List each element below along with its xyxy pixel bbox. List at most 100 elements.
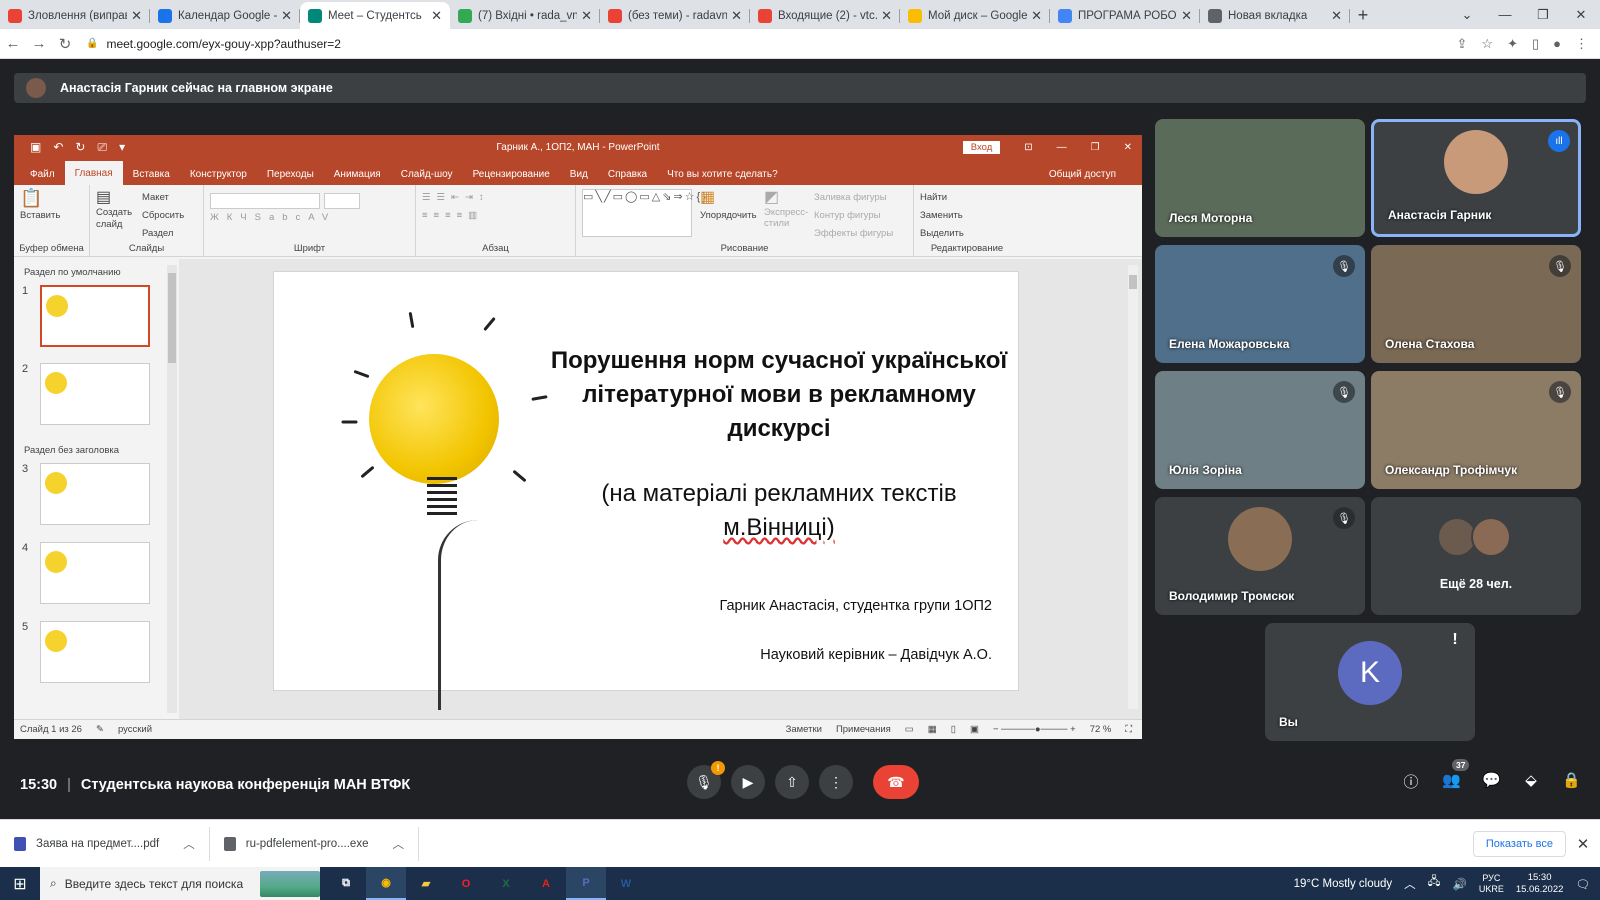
pdfelement-icon[interactable]: P xyxy=(566,867,606,900)
slide-thumbnail-2[interactable] xyxy=(40,363,150,425)
close-download-shelf-icon[interactable]: ✕ xyxy=(1566,835,1600,853)
language-indicator[interactable]: русский xyxy=(118,724,152,735)
back-icon[interactable]: ← xyxy=(0,35,26,52)
share-icon[interactable]: ⇪ xyxy=(1457,36,1468,52)
browser-tab[interactable]: Новая вкладка ✕ xyxy=(1200,2,1350,29)
chevron-up-icon[interactable]: ︿ xyxy=(392,836,404,852)
bookmark-star-icon[interactable]: ☆ xyxy=(1481,36,1493,52)
leave-call-button[interactable]: ☎ xyxy=(873,765,919,799)
task-view-icon[interactable]: ⧉ xyxy=(326,867,366,900)
windows-start-icon[interactable]: ⊞ xyxy=(0,874,40,894)
people-icon[interactable]: 👥 37 xyxy=(1442,759,1470,792)
address-bar[interactable]: 🔒 meet.google.com/eyx-gouy-xpp?authuser=… xyxy=(86,32,1457,56)
close-tab-icon[interactable]: ✕ xyxy=(281,8,292,24)
close-window-icon[interactable]: ✕ xyxy=(1562,0,1600,29)
font-name-select[interactable] xyxy=(210,193,320,209)
close-tab-icon[interactable]: ✕ xyxy=(881,8,892,24)
language-switcher[interactable]: РУС UKRE xyxy=(1479,873,1504,895)
participant-tile[interactable]: 🎙 Олена Стахова xyxy=(1371,245,1581,363)
lock-icon[interactable]: 🔒 xyxy=(86,38,98,49)
participant-tile[interactable]: ıll Анастасія Гарник xyxy=(1371,119,1581,237)
activities-icon[interactable]: ⬙ xyxy=(1522,771,1540,792)
participant-tile[interactable]: 🎙 Володимир Тромсюк xyxy=(1155,497,1365,615)
browser-tab[interactable]: Календар Google - Д✕ xyxy=(150,2,300,29)
browser-tab[interactable]: Зловлення (виправл ✕ xyxy=(0,2,150,29)
font-format-buttons[interactable]: ЖКЧSabcAV xyxy=(210,209,409,227)
browser-tab[interactable]: Мой диск – Google Д✕ xyxy=(900,2,1050,29)
volume-icon[interactable]: 🔊 xyxy=(1453,877,1467,891)
quick-styles-icon[interactable]: ◩ xyxy=(764,189,806,207)
paste-button[interactable]: Вставить xyxy=(20,207,83,225)
ribbon-tab[interactable]: Главная xyxy=(64,161,123,185)
ribbon-tab[interactable]: Вид xyxy=(560,163,598,185)
browser-tab[interactable]: (без теми) - radavnz ✕ xyxy=(600,2,750,29)
zoom-level[interactable]: 72 % xyxy=(1090,724,1112,735)
new-slide-icon[interactable]: ▤ xyxy=(96,189,136,207)
alert-icon[interactable]: ! xyxy=(1445,631,1465,653)
participant-tile[interactable]: 🎙 Елена Можаровська xyxy=(1155,245,1365,363)
shape-outline-button[interactable]: Контур фигуры xyxy=(814,207,893,225)
ribbon-tab[interactable]: Файл xyxy=(20,163,65,185)
more-participants-tile[interactable]: Ещё 28 чел. xyxy=(1371,497,1581,615)
tell-me-search[interactable]: Что вы хотите сделать? xyxy=(657,163,788,185)
chat-icon[interactable]: 💬 xyxy=(1482,771,1501,792)
align-buttons[interactable]: ≡≡≡≡▥ xyxy=(422,207,569,225)
taskbar-search-box[interactable]: ⌕ Введите здесь текст для поиска xyxy=(40,867,320,900)
sorter-view-icon[interactable]: ▦ xyxy=(928,724,937,735)
font-size-select[interactable] xyxy=(324,193,360,209)
system-clock[interactable]: 15:30 15.06.2022 xyxy=(1516,872,1564,896)
ribbon-tab[interactable]: Конструктор xyxy=(180,163,257,185)
sidebar-icon[interactable]: ▯ xyxy=(1532,36,1539,52)
paste-icon[interactable]: 📋 xyxy=(20,189,83,207)
present-screen-button[interactable]: ⇧ xyxy=(775,765,809,799)
zoom-slider[interactable]: − ─────●──── + xyxy=(993,724,1076,735)
chevron-up-icon[interactable]: ︿ xyxy=(183,836,195,852)
slideshow-view-icon[interactable]: ▣ xyxy=(970,724,979,735)
browser-tab[interactable]: ПРОГРАМА РОБОТИ ✕ xyxy=(1050,2,1200,29)
microphone-button[interactable]: 🎙 ! xyxy=(687,761,725,799)
tab-search-icon[interactable]: ⌄ xyxy=(1448,0,1486,29)
camera-button[interactable]: ▶ xyxy=(731,765,765,799)
quick-styles-button[interactable]: Экспресс-стили xyxy=(764,207,808,229)
section-untitled[interactable]: Раздел без заголовка xyxy=(24,445,119,456)
close-tab-icon[interactable]: ✕ xyxy=(431,8,442,24)
close-tab-icon[interactable]: ✕ xyxy=(131,8,142,24)
reload-icon[interactable]: ↻ xyxy=(52,35,78,53)
close-tab-icon[interactable]: ✕ xyxy=(1181,8,1192,24)
arrange-icon[interactable]: ▦ xyxy=(700,189,756,207)
opera-icon[interactable]: O xyxy=(446,867,486,900)
chrome-taskbar-icon[interactable]: ◉ xyxy=(366,867,406,900)
slide-scrollbar[interactable] xyxy=(1128,265,1138,709)
reset-button[interactable]: Сбросить xyxy=(142,207,184,225)
ribbon-tab[interactable]: Анимация xyxy=(324,163,391,185)
ribbon-display-icon[interactable]: ⊡ xyxy=(1024,142,1032,153)
participant-tile[interactable]: 🎙 Юлія Зоріна xyxy=(1155,371,1365,489)
restore-icon[interactable]: ❐ xyxy=(1091,142,1100,153)
self-view-tile[interactable]: K! Вы xyxy=(1265,623,1475,741)
profile-avatar[interactable]: ● xyxy=(1553,36,1561,52)
shape-fill-button[interactable]: Заливка фигуры xyxy=(814,189,893,207)
browser-tab[interactable]: (7) Вхідні • rada_vnz@✕ xyxy=(450,2,600,29)
extensions-icon[interactable]: ✦ xyxy=(1507,36,1518,52)
slide-thumbnail-5[interactable] xyxy=(40,621,150,683)
close-tab-icon[interactable]: ✕ xyxy=(581,8,592,24)
list-buttons[interactable]: ☰☰⇤⇥↕ xyxy=(422,189,569,207)
shapes-gallery[interactable]: ▭╲╱▭◯▭△⇘⇒☆{} xyxy=(582,189,706,237)
download-item[interactable]: ru-pdfelement-pro....exe ︿ xyxy=(210,826,419,861)
layout-button[interactable]: Макет xyxy=(142,189,184,207)
excel-icon[interactable]: X xyxy=(486,867,526,900)
section-default[interactable]: Раздел по умолчанию xyxy=(24,267,121,278)
weather-widget[interactable]: 19°C Mostly cloudy xyxy=(1294,878,1393,890)
ribbon-tab[interactable]: Рецензирование xyxy=(463,163,560,185)
notifications-icon[interactable]: 🗨 xyxy=(1575,877,1590,891)
ribbon-tab[interactable]: Переходы xyxy=(257,163,324,185)
restore-window-icon[interactable]: ❐ xyxy=(1524,0,1562,29)
more-options-button[interactable]: ⋮ xyxy=(819,765,853,799)
browser-tab[interactable]: Входящие (2) - vtc.co ✕ xyxy=(750,2,900,29)
participant-tile[interactable]: Леся Моторна xyxy=(1155,119,1365,237)
section-button[interactable]: Раздел xyxy=(142,225,184,243)
ribbon-tab[interactable]: Слайд-шоу xyxy=(391,163,463,185)
browser-menu-icon[interactable]: ⋮ xyxy=(1575,36,1588,52)
reading-view-icon[interactable]: ▯ xyxy=(951,724,956,735)
new-slide-button[interactable]: Создать слайд xyxy=(96,207,136,231)
